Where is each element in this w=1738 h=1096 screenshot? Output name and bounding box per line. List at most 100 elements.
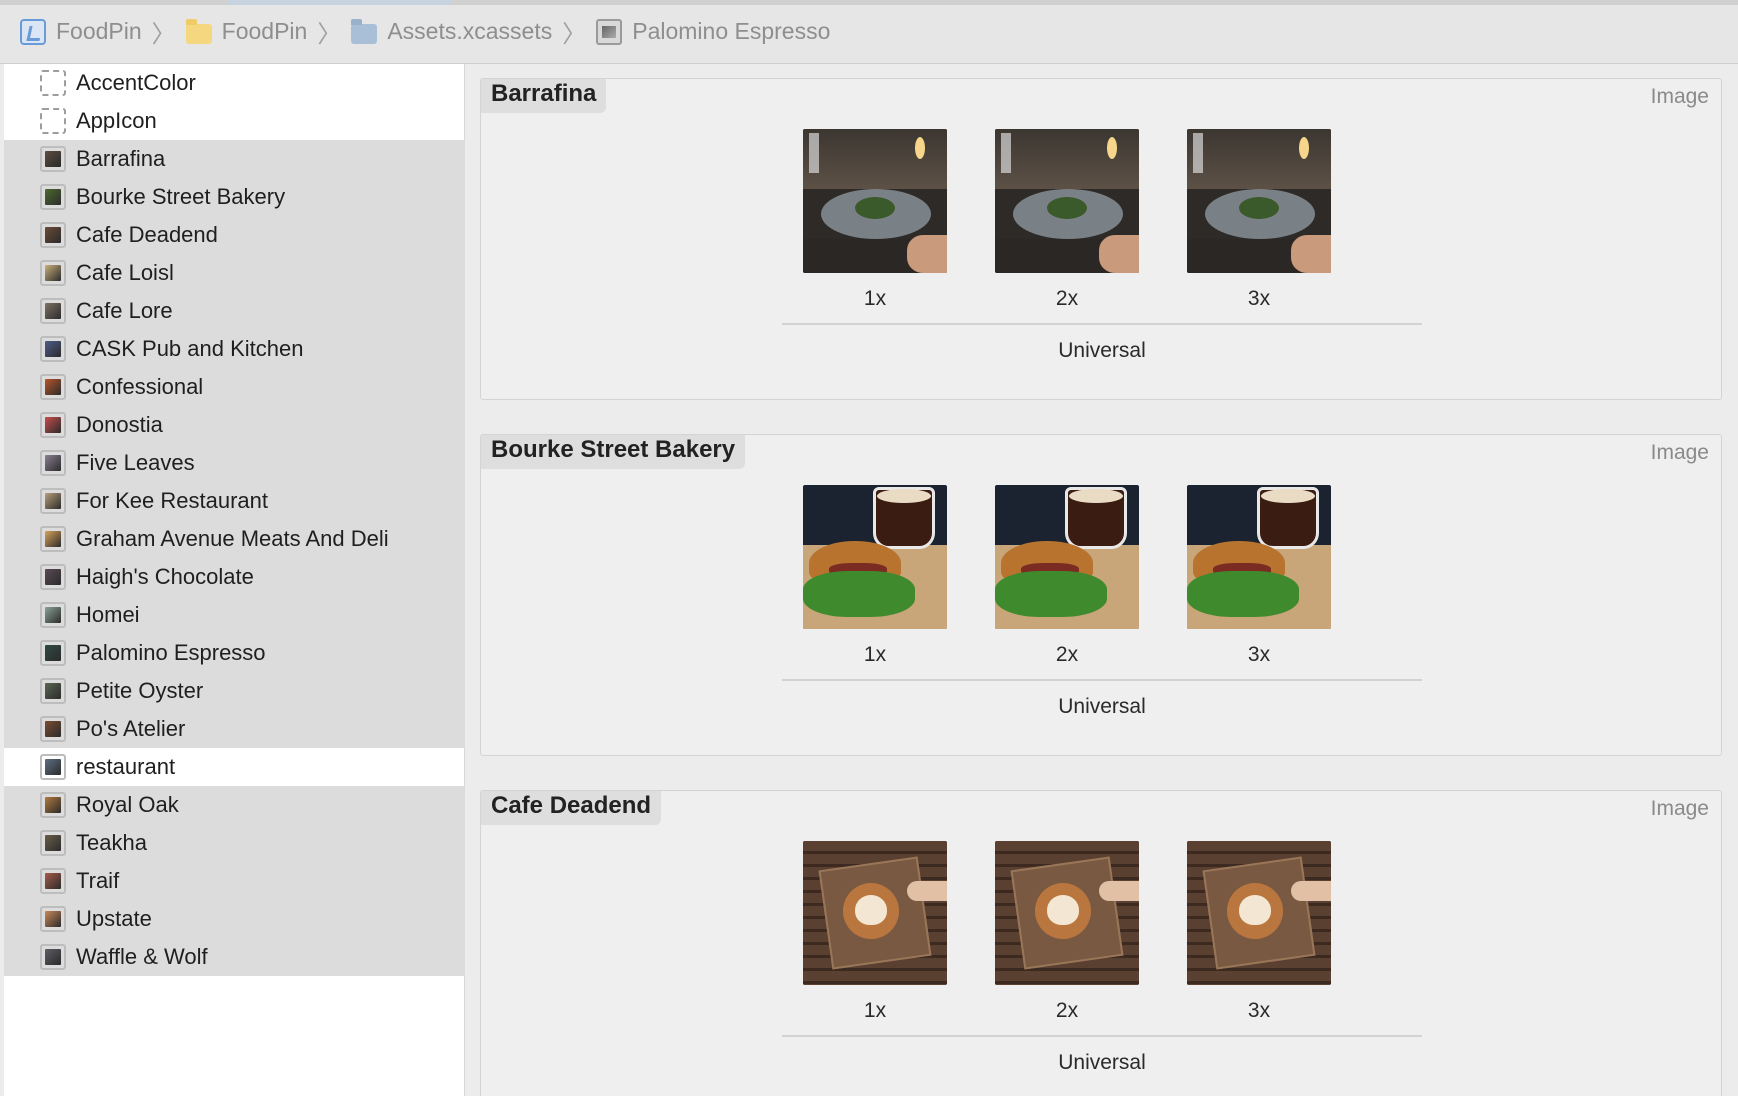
sidebar-item-label: AppIcon [76, 108, 157, 133]
asset-title: Bourke Street Bakery [481, 435, 746, 469]
sidebar-item-palomino-espresso[interactable]: Palomino Espresso [4, 634, 465, 672]
image-slot-2x[interactable] [995, 485, 1139, 629]
sidebar-item-royal-oak[interactable]: Royal Oak [4, 786, 465, 824]
device-divider [782, 1035, 1422, 1037]
sidebar-item-cafe-lore[interactable]: Cafe Lore [4, 292, 465, 330]
breadcrumb-label: Palomino Espresso [632, 18, 831, 44]
sidebar-item-graham-avenue-meats-and-deli[interactable]: Graham Avenue Meats And Deli [4, 520, 465, 558]
breadcrumb-item-asset-catalog[interactable]: Assets.xcassets [351, 18, 552, 45]
image-thumbnail-icon [40, 184, 66, 210]
color-set-icon [40, 70, 66, 96]
project-icon [20, 18, 46, 45]
breadcrumb-item-folder[interactable]: FoodPin [185, 18, 308, 45]
sidebar-item-bourke-street-bakery[interactable]: Bourke Street Bakery [4, 178, 465, 216]
image-slot-3x[interactable] [1187, 485, 1331, 629]
image-slot-2x[interactable] [995, 129, 1139, 273]
sidebar-item-label: Royal Oak [76, 792, 179, 817]
device-divider [782, 323, 1422, 325]
image-thumbnail-icon [40, 450, 66, 476]
sidebar-item-label: Cafe Loisl [76, 260, 174, 285]
asset-title: Barrafina [481, 79, 607, 113]
image-slot-1x[interactable] [803, 129, 947, 273]
image-thumbnail-icon [40, 260, 66, 286]
sidebar-item-label: restaurant [76, 754, 176, 779]
image-thumbnail-icon [40, 640, 66, 666]
sidebar-item-label: Bourke Street Bakery [76, 184, 286, 209]
slot-label-3x: 3x [1247, 999, 1271, 1022]
image-thumbnail-icon [40, 374, 66, 400]
breadcrumb-item-imageset[interactable]: Palomino Espresso [596, 18, 830, 45]
active-tab-indicator [228, 0, 452, 5]
image-thumbnail-icon [40, 336, 66, 362]
sidebar-item-label: Haigh's Chocolate [76, 564, 254, 589]
image-thumbnail-icon [40, 146, 66, 172]
slot-label-2x: 2x [1055, 643, 1079, 666]
sidebar-item-upstate[interactable]: Upstate [4, 900, 465, 938]
asset-title: Cafe Deadend [481, 791, 662, 825]
slot-label-1x: 1x [863, 287, 887, 310]
sidebar-item-accentcolor[interactable]: AccentColor [4, 64, 465, 102]
image-slot-3x[interactable] [1187, 129, 1331, 273]
sidebar-item-label: Upstate [76, 906, 152, 931]
sidebar-item-cask-pub-and-kitchen[interactable]: CASK Pub and Kitchen [4, 330, 465, 368]
image-thumbnail-icon [40, 792, 66, 818]
sidebar-item-label: Po's Atelier [76, 716, 186, 741]
slot-label-3x: 3x [1247, 287, 1271, 310]
device-label: Universal [1058, 1051, 1146, 1074]
device-divider [782, 679, 1422, 681]
asset-catalog-icon [351, 18, 378, 44]
breadcrumb-chevron-icon: 〉 [562, 21, 587, 48]
sidebar-item-homei[interactable]: Homei [4, 596, 465, 634]
image-thumbnail-icon [40, 944, 66, 970]
sidebar-item-appicon[interactable]: AppIcon [4, 102, 465, 140]
device-label: Universal [1058, 339, 1146, 362]
asset-editor: Barrafina Image 1x 2x 3x Universal Bourk… [466, 64, 1738, 1096]
breadcrumb-item-project[interactable]: FoodPin [20, 18, 142, 45]
sidebar-item-petite-oyster[interactable]: Petite Oyster [4, 672, 465, 710]
asset-list-sidebar: AccentColor AppIcon Barrafina Bourke Street… [4, 64, 465, 1096]
breadcrumb-chevron-icon: 〉 [317, 21, 342, 48]
image-thumbnail-icon [40, 678, 66, 704]
sidebar-item-label: Donostia [76, 412, 163, 437]
sidebar-item-cafe-loisl[interactable]: Cafe Loisl [4, 254, 465, 292]
asset-kind-label: Image [1650, 441, 1709, 464]
sidebar-item-for-kee-restaurant[interactable]: For Kee Restaurant [4, 482, 465, 520]
sidebar-item-five-leaves[interactable]: Five Leaves [4, 444, 465, 482]
asset-card-bourke-street-bakery[interactable]: Bourke Street Bakery Image 1x 2x 3x Univ… [480, 434, 1722, 756]
sidebar-item-traif[interactable]: Traif [4, 862, 465, 900]
asset-card-cafe-deadend[interactable]: Cafe Deadend Image 1x 2x 3x Universal [480, 790, 1722, 1096]
sidebar-item-restaurant[interactable]: restaurant [4, 748, 465, 786]
sidebar-item-donostia[interactable]: Donostia [4, 406, 465, 444]
sidebar-item-label: Barrafina [76, 146, 166, 171]
sidebar-item-label: Cafe Lore [76, 298, 173, 323]
folder-icon [185, 18, 212, 44]
sidebar-item-haigh-s-chocolate[interactable]: Haigh's Chocolate [4, 558, 465, 596]
sidebar-item-confessional[interactable]: Confessional [4, 368, 465, 406]
sidebar-item-label: Traif [76, 868, 120, 893]
asset-kind-label: Image [1650, 797, 1709, 820]
asset-card-barrafina[interactable]: Barrafina Image 1x 2x 3x Universal [480, 78, 1722, 400]
sidebar-item-cafe-deadend[interactable]: Cafe Deadend [4, 216, 465, 254]
sidebar-item-barrafina[interactable]: Barrafina [4, 140, 465, 178]
image-slot-1x[interactable] [803, 485, 947, 629]
sidebar-item-label: Cafe Deadend [76, 222, 218, 247]
sidebar-item-label: AccentColor [76, 70, 196, 95]
imageset-icon [596, 18, 623, 45]
breadcrumb-label: FoodPin [221, 18, 308, 44]
image-thumbnail-icon [40, 526, 66, 552]
image-thumbnail-icon [40, 754, 66, 780]
image-thumbnail-icon [40, 222, 66, 248]
app-icon-set-icon [40, 108, 66, 134]
sidebar-item-po-s-atelier[interactable]: Po's Atelier [4, 710, 465, 748]
breadcrumb-label: FoodPin [56, 18, 142, 44]
sidebar-item-label: Confessional [76, 374, 204, 399]
sidebar-item-teakha[interactable]: Teakha [4, 824, 465, 862]
sidebar-item-waffle-wolf[interactable]: Waffle & Wolf [4, 938, 465, 976]
sidebar-item-label: Teakha [76, 830, 147, 855]
image-slot-2x[interactable] [995, 841, 1139, 985]
jump-bar: FoodPin 〉 FoodPin 〉 Assets.xcassets 〉 Pa… [0, 0, 1738, 64]
slot-label-1x: 1x [863, 999, 887, 1022]
image-thumbnail-icon [40, 564, 66, 590]
image-slot-1x[interactable] [803, 841, 947, 985]
image-slot-3x[interactable] [1187, 841, 1331, 985]
